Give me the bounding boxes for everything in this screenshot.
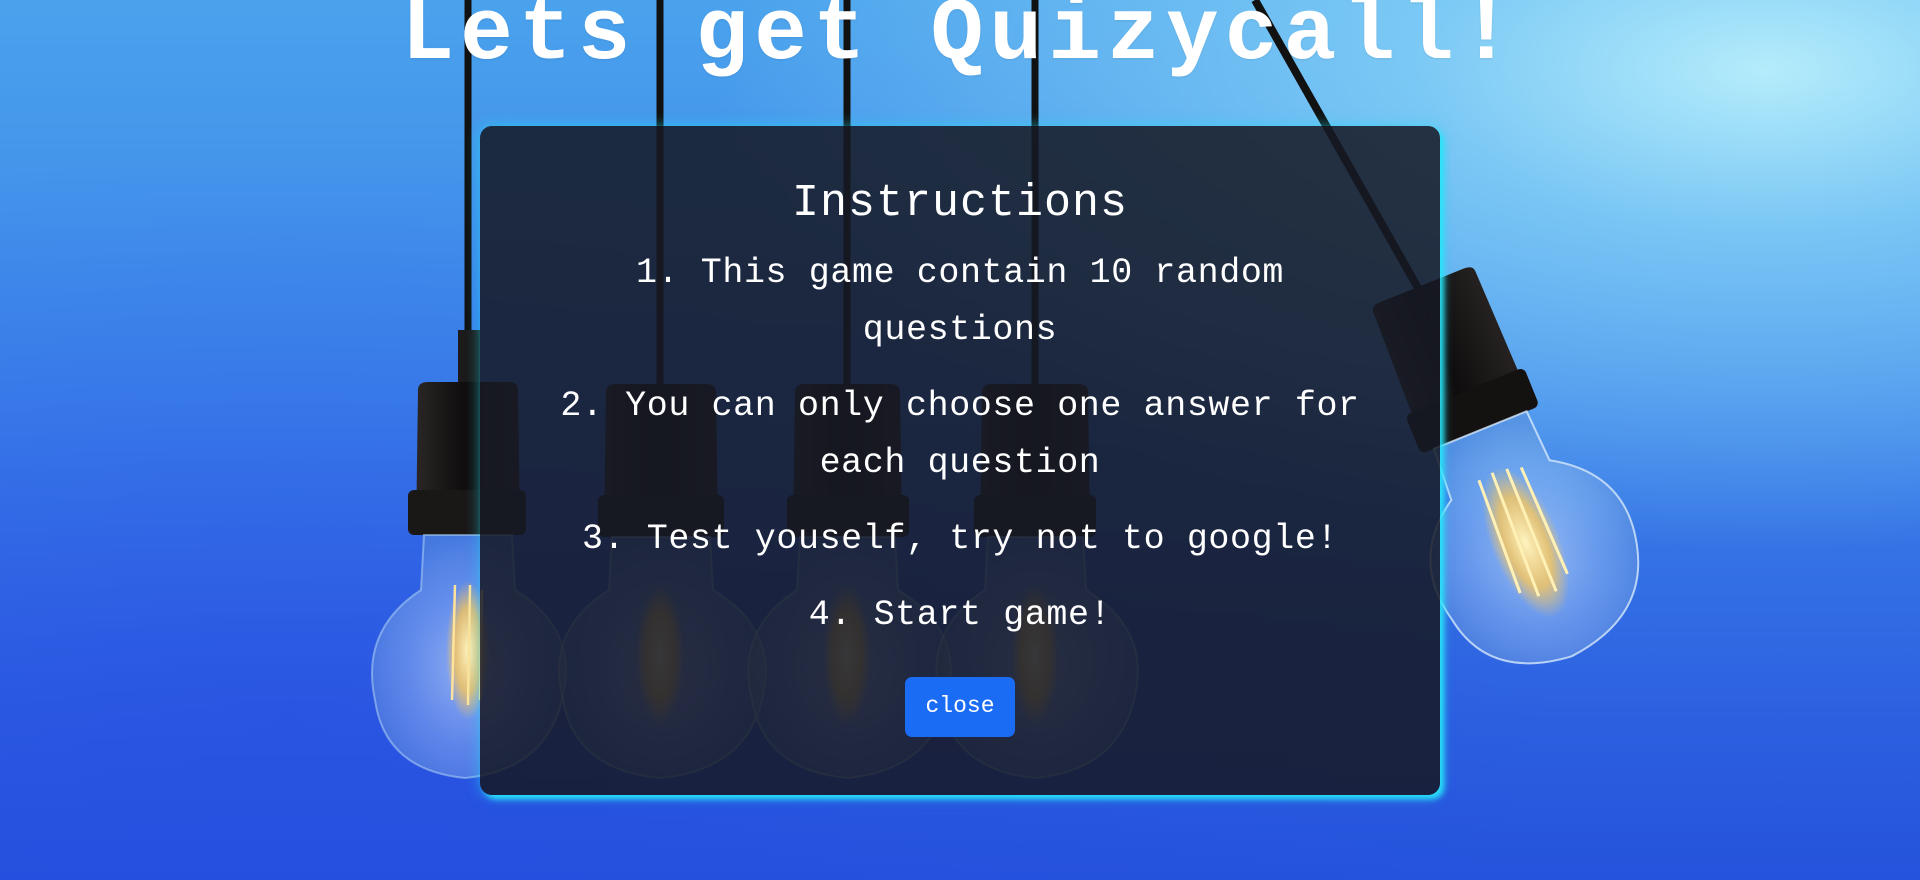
modal-heading: Instructions — [791, 178, 1129, 229]
instruction-item: 1. This game contain 10 random questions — [635, 253, 1285, 350]
instruction-list: 1. This game contain 10 random questions… — [480, 245, 1440, 644]
instruction-item: 4. Start game! — [808, 595, 1112, 635]
page-title: Lets get Quizycall! — [401, 0, 1519, 85]
instruction-item: 3. Test youself, try not to google! — [581, 519, 1339, 559]
instructions-modal: Instructions 1. This game contain 10 ran… — [480, 126, 1440, 795]
close-button[interactable]: close — [905, 677, 1015, 737]
instruction-item: 2. You can only choose one answer for ea… — [560, 386, 1360, 483]
